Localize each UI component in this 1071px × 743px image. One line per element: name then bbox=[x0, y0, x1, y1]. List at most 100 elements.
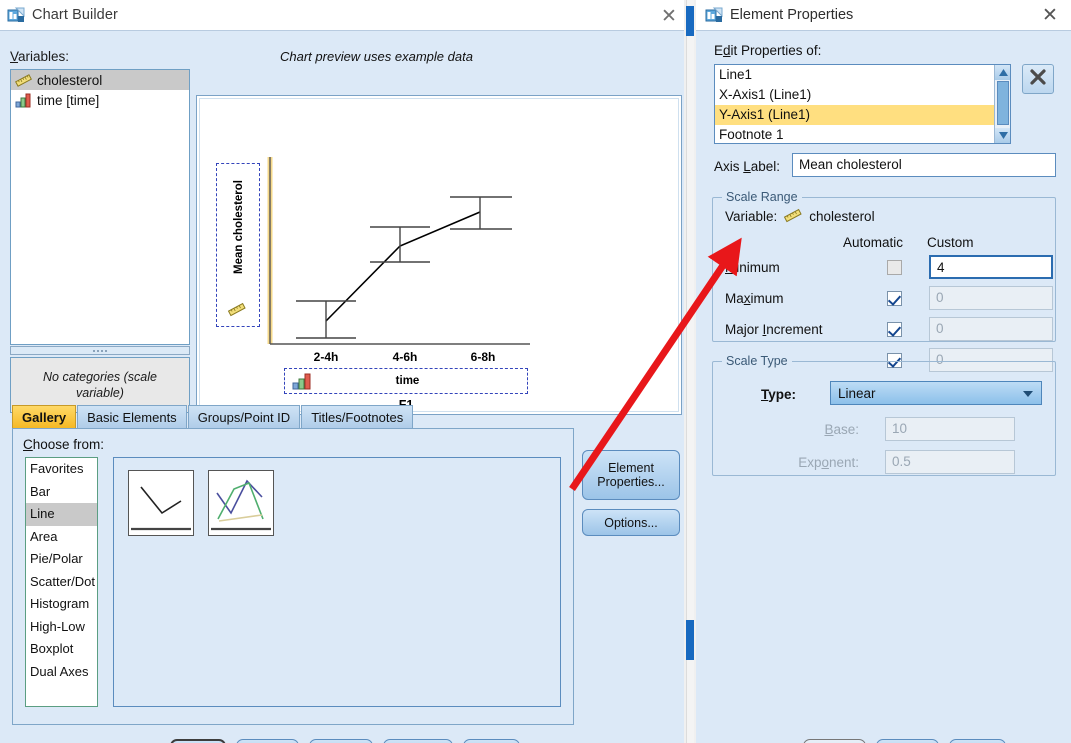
scale-type-group: Scale Type Type: Linear Base: 10 Exponen… bbox=[712, 354, 1056, 476]
gallery-category-bar[interactable]: Bar bbox=[26, 481, 97, 504]
element-properties-button[interactable]: Element Properties... bbox=[582, 450, 680, 500]
close-icon[interactable]: ✕ bbox=[1039, 4, 1061, 26]
scrollbar-thumb-bottom[interactable] bbox=[686, 620, 694, 660]
svg-text:6-8h: 6-8h bbox=[471, 350, 496, 364]
gallery-category-histogram[interactable]: Histogram bbox=[26, 593, 97, 616]
scale-ruler-icon bbox=[783, 208, 803, 224]
variable-item-time[interactable]: time [time] bbox=[11, 90, 189, 110]
property-list-scrollbar[interactable] bbox=[994, 65, 1010, 143]
property-item-y-axis1[interactable]: Y-Axis1 (Line1) bbox=[715, 105, 1010, 125]
gallery-category-line[interactable]: Line bbox=[26, 503, 97, 526]
minimum-automatic-checkbox[interactable] bbox=[887, 259, 902, 275]
base-label: Base: bbox=[824, 421, 859, 437]
scale-ruler-icon bbox=[227, 302, 247, 318]
tab-titles-footnotes[interactable]: Titles/Footnotes bbox=[301, 405, 414, 429]
tab-gallery[interactable]: Gallery bbox=[12, 405, 77, 429]
nominal-bars-icon bbox=[15, 93, 32, 108]
gallery-category-area[interactable]: Area bbox=[26, 526, 97, 549]
chart-builder-title: Chart Builder bbox=[32, 7, 118, 23]
element-properties-window: Element Properties ✕ Edit Properties of:… bbox=[696, 0, 1071, 743]
gallery-category-high-low[interactable]: High-Low bbox=[26, 616, 97, 639]
svg-text:2-4h: 2-4h bbox=[314, 350, 339, 364]
property-item-x-axis1[interactable]: X-Axis1 (Line1) bbox=[715, 85, 1010, 105]
scroll-up-icon[interactable] bbox=[995, 65, 1010, 80]
close-button[interactable]: Close bbox=[875, 739, 940, 743]
y-axis-drop-label-wrap: Mean cholesterol bbox=[217, 164, 261, 289]
edit-properties-list[interactable]: Line1 X-Axis1 (Line1) Y-Axis1 (Line1) Fo… bbox=[714, 64, 1011, 144]
simple-line-thumbnail[interactable] bbox=[128, 470, 194, 536]
svg-text:4-6h: 4-6h bbox=[393, 350, 418, 364]
gallery-thumbnail-list bbox=[113, 457, 561, 707]
scale-range-group: Scale Range Variable: cholesterol Automa bbox=[712, 190, 1056, 372]
options-button[interactable]: Options... bbox=[582, 509, 680, 536]
base-input[interactable]: 10 bbox=[885, 417, 1015, 441]
exponent-row: Exponent: 0.5 bbox=[773, 450, 1015, 474]
chart-builder-footer: OK Paste Reset Cancel Help bbox=[0, 731, 690, 743]
gallery-category-pie-polar[interactable]: Pie/Polar bbox=[26, 548, 97, 571]
gallery-category-boxplot[interactable]: Boxplot bbox=[26, 638, 97, 661]
help-button[interactable]: Help bbox=[949, 739, 1006, 743]
element-properties-body: Edit Properties of: Line1 X-Axis1 (Line1… bbox=[696, 30, 1071, 743]
window-divider-scrollbar[interactable] bbox=[684, 0, 696, 743]
y-axis-drop-zone[interactable]: Mean cholesterol bbox=[216, 163, 260, 327]
scale-type-value: Linear bbox=[838, 385, 876, 401]
delete-element-button[interactable] bbox=[1022, 64, 1054, 94]
column-header-custom: Custom bbox=[927, 235, 974, 250]
reset-button[interactable]: Reset bbox=[309, 739, 373, 743]
property-item-footnote1[interactable]: Footnote 1 bbox=[715, 125, 1010, 143]
maximum-custom-input[interactable]: 0 bbox=[929, 286, 1053, 310]
major-increment-custom-input[interactable]: 0 bbox=[929, 317, 1053, 341]
major-increment-label: Major Increment bbox=[725, 321, 823, 337]
minimum-label: Minimum bbox=[725, 259, 780, 275]
tab-groups-point-id[interactable]: Groups/Point ID bbox=[187, 405, 301, 429]
base-row: Base: 10 bbox=[773, 417, 1015, 441]
gallery-tab-panel: Choose from: Favorites Bar Line Area Pie… bbox=[12, 428, 574, 725]
y-axis-drop-label: Mean cholesterol bbox=[232, 179, 245, 274]
chart-preview-canvas: 2-4h 4-6h 6-8h Mean cholesterol time bbox=[199, 98, 679, 412]
scale-type-select[interactable]: Linear bbox=[830, 381, 1042, 405]
exponent-label: Exponent: bbox=[798, 454, 859, 470]
chevron-down-icon bbox=[1023, 391, 1033, 397]
cancel-button[interactable]: Cancel bbox=[383, 739, 454, 743]
variable-label: Variable: bbox=[725, 208, 778, 224]
ok-button[interactable]: OK bbox=[169, 739, 226, 743]
tab-basic-elements[interactable]: Basic Elements bbox=[77, 405, 187, 429]
scrollbar-thumb-top[interactable] bbox=[686, 6, 694, 36]
element-properties-footer: Apply Close Help bbox=[696, 731, 1071, 743]
axis-label-label: Axis Label: bbox=[714, 159, 781, 174]
maximum-automatic-checkbox[interactable] bbox=[887, 290, 902, 306]
scroll-down-icon[interactable] bbox=[995, 128, 1010, 143]
chart-builder-titlebar: Chart Builder ✕ bbox=[0, 0, 690, 30]
element-properties-titlebar: Element Properties ✕ bbox=[696, 0, 1071, 30]
variable-item-cholesterol[interactable]: cholesterol bbox=[11, 70, 189, 90]
x-axis-drop-zone[interactable]: time bbox=[284, 368, 528, 394]
variable-name: time [time] bbox=[37, 92, 100, 108]
column-header-automatic: Automatic bbox=[843, 235, 904, 250]
major-increment-automatic-checkbox[interactable] bbox=[887, 321, 902, 337]
property-item-line1[interactable]: Line1 bbox=[715, 65, 1010, 85]
variable-name: cholesterol bbox=[809, 208, 875, 224]
gallery-category-list[interactable]: Favorites Bar Line Area Pie/Polar Scatte… bbox=[25, 457, 98, 707]
minimum-custom-input[interactable]: 4 bbox=[929, 255, 1053, 279]
multiple-line-thumbnail[interactable] bbox=[208, 470, 274, 536]
preview-caption: Chart preview uses example data bbox=[280, 49, 473, 64]
variables-list[interactable]: cholesterol time [time] bbox=[10, 69, 190, 345]
row-major-increment: Major Increment 0 bbox=[725, 316, 1053, 342]
close-icon[interactable]: ✕ bbox=[658, 5, 680, 27]
help-button[interactable]: Help bbox=[463, 739, 521, 743]
gallery-category-scatter-dot[interactable]: Scatter/Dot bbox=[26, 571, 97, 594]
paste-button[interactable]: Paste bbox=[235, 739, 300, 743]
scale-range-title: Scale Range bbox=[722, 190, 802, 204]
chart-preview-panel[interactable]: 2-4h 4-6h 6-8h Mean cholesterol time bbox=[196, 95, 682, 415]
no-categories-text: No categories (scale variable) bbox=[43, 370, 157, 400]
apply-button[interactable]: Apply bbox=[803, 739, 866, 743]
exponent-input[interactable]: 0.5 bbox=[885, 450, 1015, 474]
scrollbar-thumb[interactable] bbox=[997, 81, 1009, 125]
choose-from-label: Choose from: bbox=[23, 437, 105, 452]
axis-label-input[interactable]: Mean cholesterol bbox=[792, 153, 1056, 177]
gallery-category-dual-axes[interactable]: Dual Axes bbox=[26, 661, 97, 684]
element-properties-title: Element Properties bbox=[730, 7, 854, 23]
variables-splitter[interactable] bbox=[10, 346, 190, 355]
x-axis-drop-label: time bbox=[395, 375, 420, 387]
gallery-category-favorites[interactable]: Favorites bbox=[26, 458, 97, 481]
